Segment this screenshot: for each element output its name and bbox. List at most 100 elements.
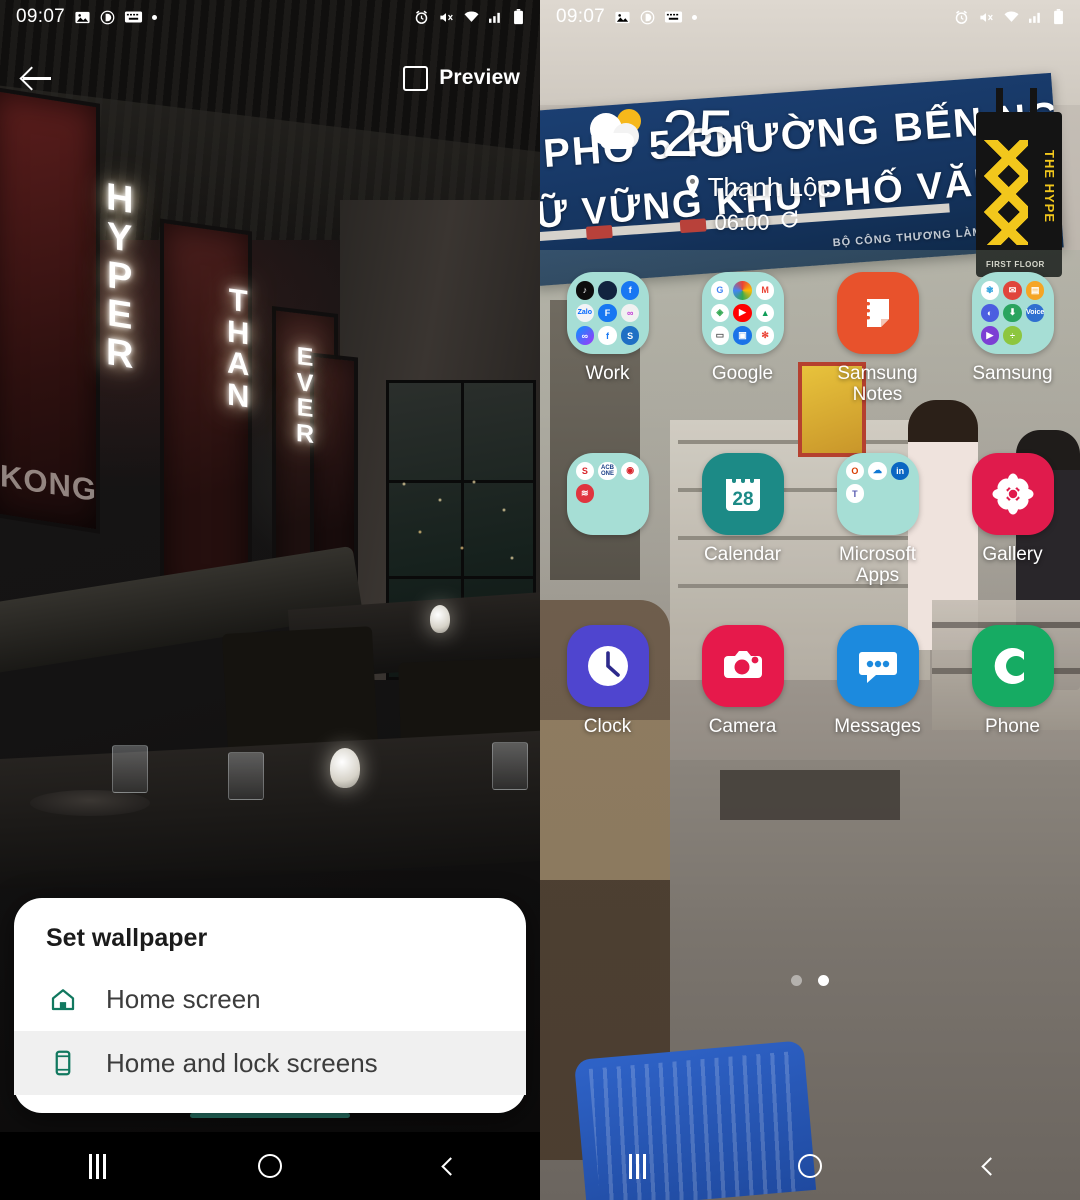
app-samsung-notes[interactable]: Samsung Notes [810, 272, 945, 406]
folder-icon[interactable]: ♪ f Zalo F ∞ ∞ f S [566, 272, 649, 354]
mini-facebook-lite-icon: F [598, 303, 617, 323]
neon-letter: R [296, 418, 315, 449]
mini-empty-slot [576, 507, 595, 526]
folder-samsung[interactable]: ✾ ✉ ▤ ◐ ⬇ Voice ▶ ÷ Samsung [945, 272, 1080, 406]
dnd-icon [100, 10, 115, 25]
mini-momo-icon: ≋ [575, 484, 595, 503]
keyboard-icon [124, 10, 143, 24]
right-navigation-bar [540, 1132, 1080, 1200]
folder-icon[interactable]: ✾ ✉ ▤ ◐ ⬇ Voice ▶ ÷ [971, 272, 1054, 354]
app-phone[interactable]: Phone [945, 625, 1080, 737]
home-button[interactable] [238, 1144, 302, 1188]
app-label: Calendar [703, 543, 782, 565]
image-icon [74, 9, 91, 26]
table-lamp [430, 605, 450, 633]
refresh-icon[interactable] [779, 209, 800, 236]
neon-letter: E [107, 292, 133, 339]
calendar-icon[interactable]: 28 [701, 452, 784, 535]
folder-icon[interactable]: G M ◈ ▶ ▲ ▭ ▣ ✻ [701, 272, 784, 354]
back-arrow-icon[interactable] [20, 61, 54, 95]
signal-icon [489, 10, 504, 24]
recents-button[interactable] [598, 1144, 662, 1188]
weather-degree-symbol: ° [739, 116, 752, 149]
battery-icon [513, 9, 524, 25]
status-clock: 09:07 [16, 6, 66, 27]
dialog-option-label: Home screen [106, 983, 261, 1014]
mini-empty-slot [868, 484, 887, 503]
messages-icon[interactable] [836, 625, 919, 707]
mini-myfiles-icon: ▤ [1025, 281, 1045, 300]
folder-icon[interactable]: S ACB ONE ◉ ≋ [566, 452, 649, 535]
dialog-option-home-screen[interactable]: Home screen [14, 967, 526, 1031]
mini-gmail-icon: M [755, 281, 775, 300]
folder-microsoft-apps[interactable]: O ☁ in T Microsoft Apps [810, 452, 945, 587]
chair [221, 626, 379, 754]
clock-icon[interactable] [566, 625, 649, 707]
hype-sign-name: THE HYPE [1042, 150, 1057, 224]
app-calendar[interactable]: 28 Calendar [675, 452, 810, 587]
mini-internet-icon: ◐ [980, 303, 1000, 323]
folder-work[interactable]: ♪ f Zalo F ∞ ∞ f S Work [540, 272, 675, 406]
phone-icon [46, 1046, 80, 1080]
folder-icon[interactable]: O ☁ in T [836, 452, 919, 535]
app-label: Clock [583, 716, 632, 737]
app-label: Phone [985, 716, 1040, 737]
preview-button[interactable]: Preview [403, 65, 520, 91]
mini-empty-slot [891, 507, 910, 526]
wifi-icon [463, 10, 480, 24]
samsung-notes-icon[interactable] [836, 272, 919, 354]
mini-skype-icon: S [620, 326, 640, 345]
page-dot-1[interactable] [791, 975, 802, 986]
app-label: Messages [834, 716, 921, 737]
image-icon [614, 9, 631, 26]
dialog-option-home-and-lock-screens[interactable]: Home and lock screens [14, 1031, 526, 1095]
mini-calculator-icon: ÷ [1003, 326, 1022, 345]
back-button[interactable] [958, 1144, 1022, 1188]
page-indicator[interactable] [540, 975, 1080, 986]
weather-update-row: 06:00 [580, 209, 920, 236]
app-gallery[interactable]: Gallery [945, 452, 1080, 587]
weather-widget[interactable]: 25 ° Thạnh Lộc 06:00 [580, 100, 920, 236]
phone-call-icon[interactable] [971, 625, 1054, 707]
page-dot-2-active[interactable] [818, 975, 829, 986]
mini-office-icon: O [845, 461, 865, 481]
app-clock[interactable]: Clock [540, 625, 675, 737]
app-messages[interactable]: Messages [810, 625, 945, 737]
folder-label: Work [585, 363, 630, 384]
folder-google[interactable]: G M ◈ ▶ ▲ ▭ ▣ ✻ Google [675, 272, 810, 406]
mini-empty-slot [891, 484, 910, 503]
home-dock: Clock Camera Messages Phone [540, 625, 1080, 737]
mini-sacombank-icon: S [575, 461, 595, 481]
wallpaper-app-bar: Preview [0, 48, 540, 108]
preview-checkbox-icon[interactable] [403, 65, 429, 91]
mini-chrome-icon [733, 281, 752, 300]
recents-button[interactable] [58, 1144, 122, 1188]
alarm-icon [414, 10, 429, 25]
left-navigation-bar [0, 1132, 540, 1200]
drinking-glass [228, 752, 264, 800]
mini-google-icon: G [710, 281, 730, 300]
arrow-up-icon [984, 140, 1028, 245]
back-button[interactable] [418, 1144, 482, 1188]
keyboard-icon [664, 10, 683, 24]
movie-poster-2 [160, 218, 252, 612]
home-button[interactable] [778, 1144, 842, 1188]
recents-icon [628, 1153, 632, 1179]
right-status-bar: 09:07 [540, 0, 1080, 34]
weather-top-row: 25 ° [580, 100, 920, 166]
movie-poster-kong: KONG [0, 86, 100, 534]
app-camera[interactable]: Camera [675, 625, 810, 737]
left-panel-wallpaper-picker: KONG H Y P E R T H A N E V E R 09:07 Pre… [0, 0, 540, 1200]
gallery-icon[interactable] [971, 452, 1054, 535]
folder-banking[interactable]: S ACB ONE ◉ ≋ [540, 452, 675, 587]
camera-icon[interactable] [701, 625, 784, 707]
neon-letter: H [106, 175, 134, 223]
hidden-action-button-sliver[interactable] [190, 1113, 350, 1118]
mini-duo-icon: ▣ [733, 326, 752, 345]
mini-empty-slot [621, 507, 640, 526]
weather-location-name: Thạnh Lộc [707, 172, 831, 202]
neon-sign-ever: E V E R [296, 342, 315, 449]
drinking-glass [112, 745, 148, 793]
ashtray [30, 790, 150, 816]
mute-icon [978, 10, 994, 25]
